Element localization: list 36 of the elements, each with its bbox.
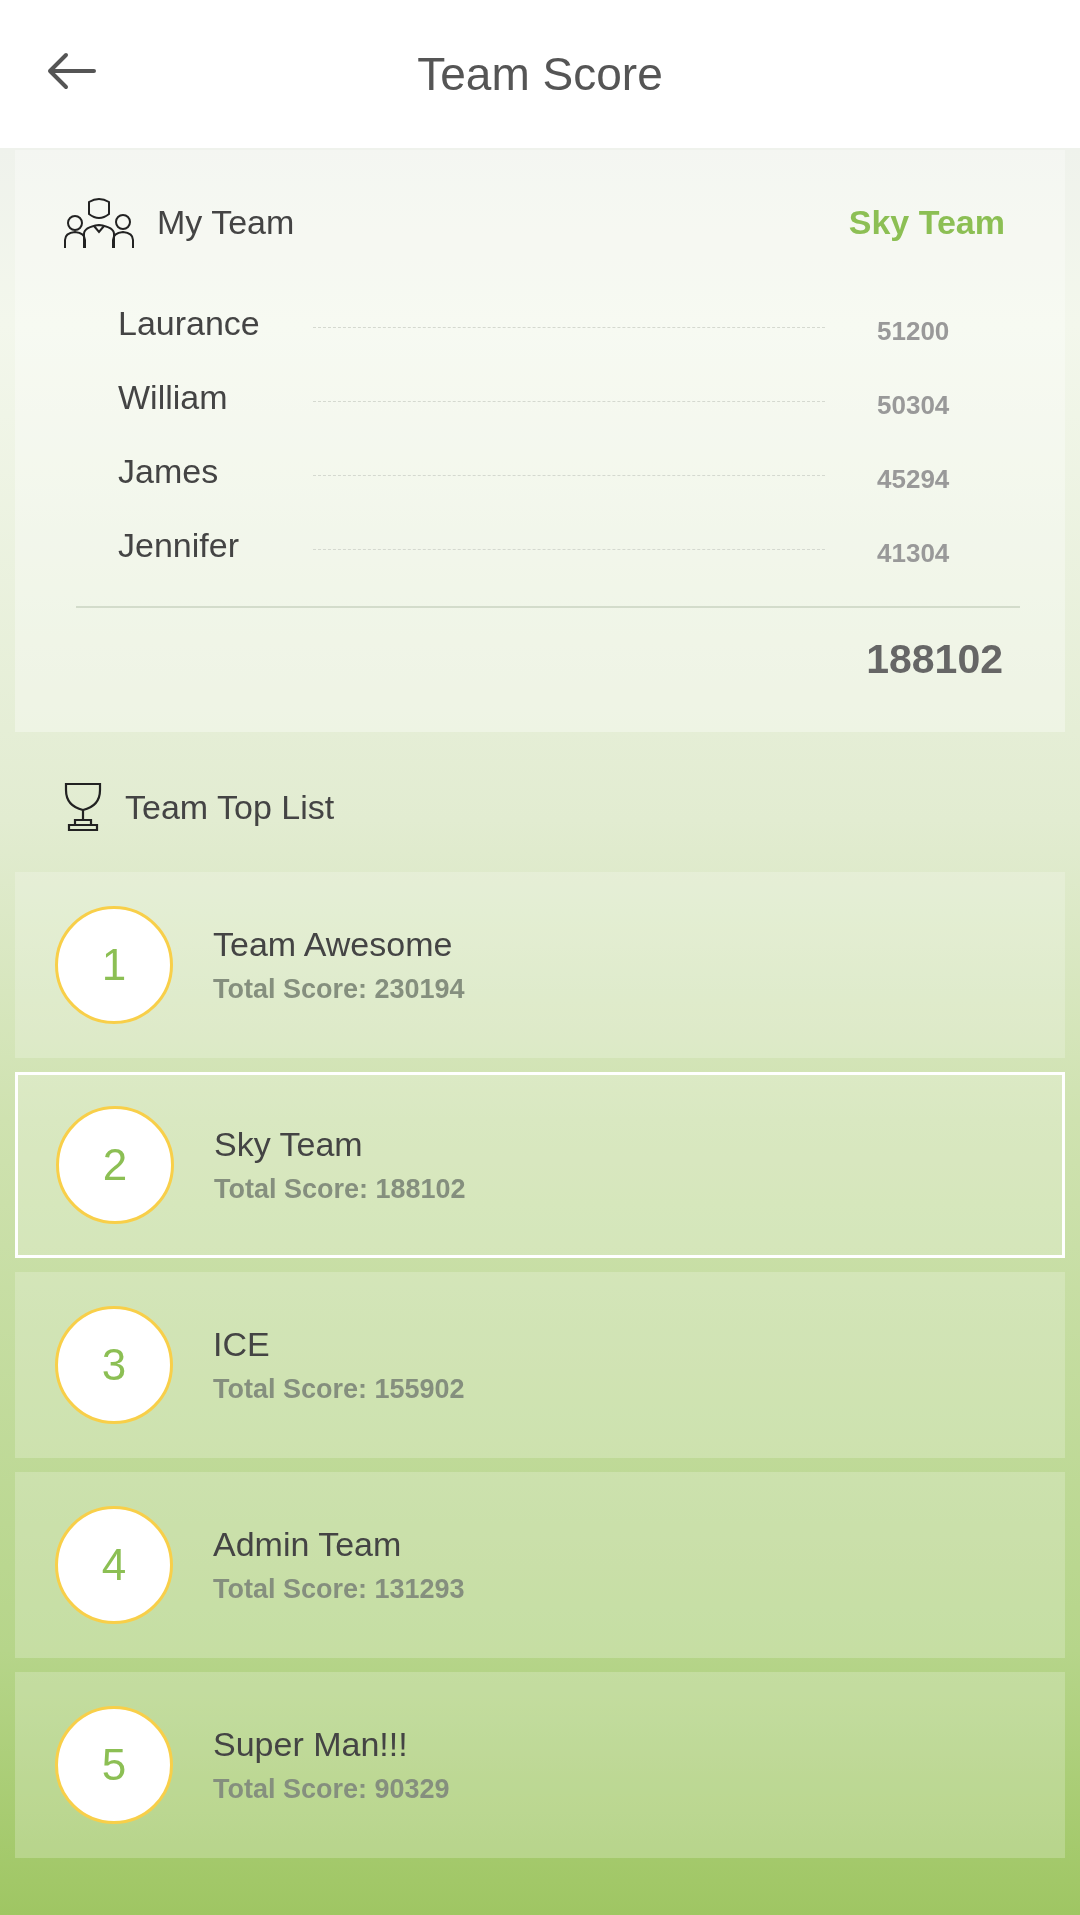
team-score: Total Score: 230194	[213, 974, 465, 1005]
rank-badge: 2	[56, 1106, 174, 1224]
team-name: ICE	[213, 1325, 271, 1364]
page-title: Team Score	[417, 47, 663, 101]
team-list-item[interactable]: 2 Sky Team Total Score: 188102	[15, 1072, 1065, 1258]
team-score: Total Score: 155902	[213, 1374, 465, 1405]
team-list-item[interactable]: 3 ICE Total Score: 155902	[15, 1272, 1065, 1458]
member-name: Jennifer	[118, 525, 240, 565]
team-score: Total Score: 188102	[214, 1174, 466, 1205]
team-list-item[interactable]: 5 Super Man!!! Total Score: 90329	[15, 1672, 1065, 1858]
rank-badge: 5	[55, 1706, 173, 1824]
team-score: Total Score: 131293	[213, 1574, 465, 1605]
member-name: Laurance	[118, 303, 261, 343]
member-score: 50304	[877, 389, 950, 421]
people-group-icon	[63, 196, 135, 248]
member-score: 51200	[877, 315, 950, 347]
member-name: James	[118, 451, 220, 491]
team-name: Admin Team	[213, 1525, 403, 1564]
top-list-label: Team Top List	[125, 787, 335, 827]
team-score: Total Score: 90329	[213, 1774, 450, 1805]
back-arrow-icon[interactable]	[46, 51, 96, 91]
team-name: Sky Team	[848, 202, 1005, 242]
rank-badge: 1	[55, 906, 173, 1024]
trophy-icon	[63, 782, 103, 832]
team-list-item[interactable]: 1 Team Awesome Total Score: 230194	[15, 872, 1065, 1058]
my-team-label: My Team	[157, 202, 295, 242]
team-name: Super Man!!!	[213, 1725, 409, 1764]
member-score: 41304	[877, 537, 950, 569]
rank-badge: 3	[55, 1306, 173, 1424]
member-score: 45294	[877, 463, 950, 495]
team-total: 188102	[866, 636, 1003, 683]
member-name: William	[118, 377, 229, 417]
rank-badge: 4	[55, 1506, 173, 1624]
team-list-item[interactable]: 4 Admin Team Total Score: 131293	[15, 1472, 1065, 1658]
team-name: Team Awesome	[213, 925, 454, 964]
team-name: Sky Team	[214, 1125, 364, 1164]
